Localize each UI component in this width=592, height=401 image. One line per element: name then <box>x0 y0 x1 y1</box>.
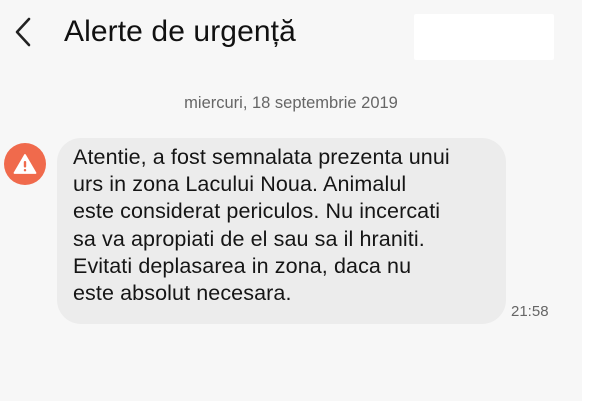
screen-edge <box>582 0 592 401</box>
warning-triangle-icon <box>13 154 37 174</box>
date-separator: miercuri, 18 septembrie 2019 <box>184 94 398 112</box>
app-header: Alerte de urgență <box>0 0 592 70</box>
message-time: 21:58 <box>511 303 549 320</box>
back-button[interactable] <box>6 12 40 52</box>
redacted-area <box>414 14 554 60</box>
warning-icon <box>4 143 46 185</box>
chevron-left-icon <box>15 17 31 47</box>
page-title: Alerte de urgență <box>64 15 296 48</box>
message-text: Atentie, a fost semnalata prezenta unui … <box>73 145 450 306</box>
